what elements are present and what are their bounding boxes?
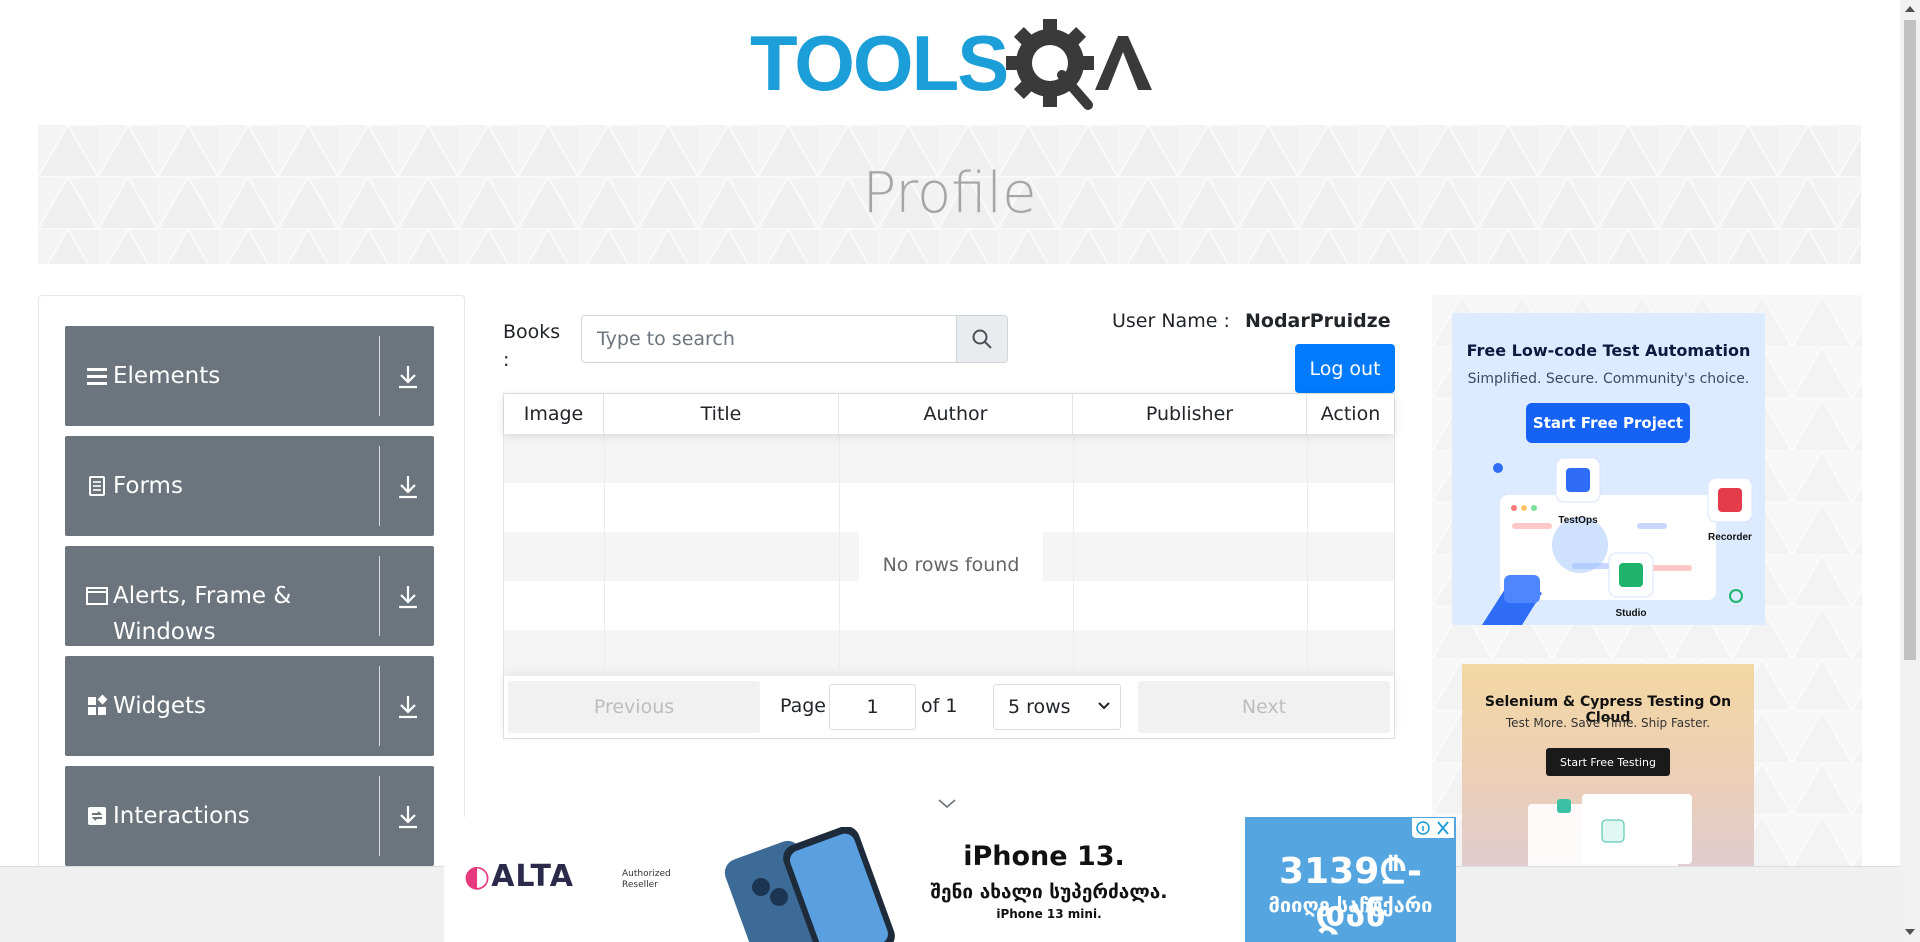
toolsqa-logo[interactable]: TOOLS xyxy=(750,18,1155,114)
interactions-icon xyxy=(88,807,106,825)
table-header: Image Title Author Publisher Action xyxy=(504,394,1394,434)
page-title: Profile xyxy=(862,161,1037,226)
scroll-down-icon[interactable] xyxy=(1905,929,1915,935)
menu-divider xyxy=(379,336,380,416)
menu-group-label: Forms xyxy=(113,473,183,499)
next-button[interactable]: Next xyxy=(1138,681,1390,733)
table-row xyxy=(504,434,1394,483)
ad-mini-line: iPhone 13 mini. xyxy=(996,907,1102,921)
search-icon xyxy=(972,329,992,349)
page-total: of 1 xyxy=(921,695,958,717)
column-header-image[interactable]: Image xyxy=(504,394,604,434)
scroll-thumb[interactable] xyxy=(1904,20,1916,660)
download-arrow-icon[interactable] xyxy=(396,364,420,390)
column-divider xyxy=(604,434,605,668)
column-header-publisher[interactable]: Publisher xyxy=(1073,394,1307,434)
ad-subline: შენი ახალი სუპერძალა. xyxy=(930,881,1168,903)
svg-text:TOOLS: TOOLS xyxy=(750,19,1007,107)
katalon-ad[interactable]: Free Low-code Test Automation Simplified… xyxy=(1452,313,1765,625)
menu-group-widgets[interactable]: Widgets xyxy=(65,656,434,756)
menu-divider xyxy=(379,666,380,746)
testops-label: TestOps xyxy=(1558,515,1598,526)
ad-price: 3139₾-დან xyxy=(1279,851,1422,935)
widgets-icon xyxy=(88,694,108,715)
page-scrollbar[interactable] xyxy=(1900,0,1920,942)
window-icon xyxy=(86,587,108,605)
menu-group-interactions[interactable]: Interactions xyxy=(65,766,434,866)
username-label: User Name : xyxy=(1112,310,1230,332)
katalon-ad-illustration: TestOps Recorder Studio xyxy=(1482,457,1753,625)
menu-group-label: Interactions xyxy=(113,803,250,829)
logout-button[interactable]: Log out xyxy=(1295,344,1395,393)
document-icon xyxy=(89,476,105,496)
column-header-title[interactable]: Title xyxy=(604,394,839,434)
ad-price-sub: მიიღე საჩუქარი xyxy=(1268,893,1433,917)
menu-group-forms[interactable]: Forms xyxy=(65,436,434,536)
rows-per-page-select[interactable]: 5 rows xyxy=(993,684,1121,730)
table-row xyxy=(504,630,1394,676)
download-arrow-icon[interactable] xyxy=(396,474,420,500)
left-menu-panel: Elements Forms Alerts, Frame & Windows W… xyxy=(38,295,465,942)
menu-group-label: Elements xyxy=(113,363,221,389)
chevron-down-icon xyxy=(1098,702,1110,710)
recorder-label: Recorder xyxy=(1708,532,1752,543)
username-value: NodarPruidze xyxy=(1245,310,1391,332)
download-arrow-icon[interactable] xyxy=(396,804,420,830)
scroll-up-icon[interactable] xyxy=(1905,6,1915,12)
chevron-down-icon[interactable] xyxy=(937,798,957,810)
books-table: Image Title Author Publisher Action No r… xyxy=(503,393,1395,739)
column-divider xyxy=(1307,434,1308,668)
search-button[interactable] xyxy=(956,316,1007,362)
menu-divider xyxy=(379,776,380,856)
ad-choices xyxy=(1412,818,1454,838)
column-header-action[interactable]: Action xyxy=(1307,394,1394,434)
column-divider xyxy=(839,434,840,668)
close-icon[interactable] xyxy=(1437,821,1449,835)
empty-table-message: No rows found xyxy=(859,529,1043,601)
iphone-image xyxy=(724,827,895,942)
menu-group-alerts[interactable]: Alerts, Frame & Windows xyxy=(65,546,434,646)
column-header-author[interactable]: Author xyxy=(839,394,1073,434)
search-box xyxy=(581,315,1008,363)
studio-label: Studio xyxy=(1615,608,1646,619)
menu-group-elements[interactable]: Elements xyxy=(65,326,434,426)
iphone-ad[interactable]: ◐ALTA Authorized Reseller iPhone 13. შენ… xyxy=(444,817,1456,942)
ad-headline: iPhone 13. xyxy=(963,841,1125,872)
pagination: Previous Page 1 of 1 5 rows Next xyxy=(504,676,1394,738)
rows-per-page-value: 5 rows xyxy=(1008,696,1071,718)
alta-logo: ◐ALTA xyxy=(464,859,574,894)
books-label: Books : xyxy=(503,321,561,371)
download-arrow-icon[interactable] xyxy=(396,694,420,720)
reseller-label: Authorized Reseller xyxy=(622,869,671,890)
menu-divider xyxy=(379,556,380,636)
menu-group-label: Widgets xyxy=(113,693,206,719)
menu-divider xyxy=(379,446,380,526)
download-arrow-icon[interactable] xyxy=(396,584,420,610)
page-banner: Profile xyxy=(38,125,1861,264)
previous-button[interactable]: Previous xyxy=(508,681,760,733)
table-row xyxy=(504,483,1394,532)
hamburger-icon xyxy=(87,368,107,385)
column-divider xyxy=(1073,434,1074,668)
page-label: Page xyxy=(780,695,826,717)
page-number-input[interactable]: 1 xyxy=(829,684,916,730)
menu-group-label: Alerts, Frame & Windows xyxy=(113,583,292,645)
search-input[interactable] xyxy=(582,316,956,362)
